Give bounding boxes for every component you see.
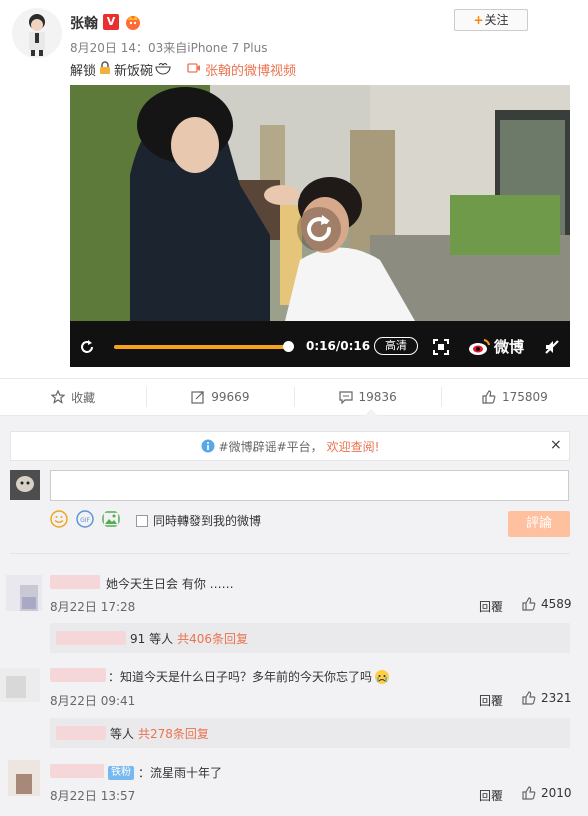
- comment-time: 8月22日 17:28: [50, 600, 136, 614]
- emoji-icon[interactable]: [50, 510, 68, 528]
- submit-comment-button[interactable]: 評論: [508, 511, 570, 537]
- divider: [10, 553, 570, 554]
- post-meta: 8月20日 14：03来自iPhone 7 Plus: [70, 41, 268, 55]
- plus-icon: +: [473, 13, 484, 27]
- video-link[interactable]: 张翰的微博视频: [187, 60, 296, 79]
- thumbs-up-icon: [522, 786, 536, 800]
- comment-text: ：流星雨十年了: [138, 766, 223, 780]
- repost-option[interactable]: 同時轉發到我的微博: [136, 512, 261, 529]
- comment-count: 19836: [358, 390, 397, 404]
- follow-label: 关注: [484, 13, 509, 27]
- info-icon: [201, 439, 215, 453]
- reply-summary[interactable]: 等人 共278条回复: [50, 718, 570, 748]
- author-avatar[interactable]: [12, 8, 62, 58]
- comment-time: 8月22日 09:41: [50, 694, 136, 708]
- fan-badge: 铁粉: [108, 765, 134, 780]
- replay-overlay-icon[interactable]: [295, 205, 343, 253]
- star-icon: [51, 390, 66, 404]
- weibo-logo-label: 微博: [494, 338, 525, 356]
- reply-suffix: 等人: [110, 726, 135, 741]
- like-button[interactable]: 175809: [442, 387, 588, 407]
- verified-icon: V: [103, 14, 119, 30]
- rumor-notice: #微博辟谣#平台， 欢迎查阅!: [10, 431, 570, 461]
- comment-username[interactable]: [50, 668, 106, 682]
- fullscreen-icon[interactable]: [433, 339, 449, 358]
- reply-usernames: [56, 631, 126, 645]
- comment-button[interactable]: 19836: [295, 387, 442, 407]
- video-link-label: 张翰的微博视频: [205, 64, 297, 79]
- video-camera-icon: [187, 62, 201, 78]
- comment-like-count: 2321: [541, 691, 572, 705]
- like-count: 175809: [501, 390, 548, 404]
- comment-body: 铁粉 ：流星雨十年了: [108, 764, 222, 781]
- comment-input[interactable]: [50, 470, 569, 501]
- notice-text: #微博辟谣#平台，: [218, 439, 323, 454]
- image-icon[interactable]: [102, 510, 120, 528]
- composer-tools: GIF: [50, 510, 120, 528]
- close-icon[interactable]: ×: [550, 437, 562, 453]
- svg-text:GIF: GIF: [80, 517, 90, 524]
- reply-summary[interactable]: 91 等人 共406条回复: [50, 623, 570, 653]
- repost-checkbox[interactable]: [136, 514, 148, 527]
- vip-crown-icon: [124, 13, 142, 31]
- reply-button[interactable]: 回覆: [479, 598, 503, 615]
- repost-icon: [191, 391, 204, 404]
- notice-link[interactable]: 欢迎查阅!: [327, 438, 380, 455]
- reply-count[interactable]: 共278条回复: [138, 725, 209, 742]
- reply-button[interactable]: 回覆: [479, 692, 503, 709]
- comment-like-button[interactable]: 2321: [522, 691, 572, 705]
- comment-like-count: 2010: [541, 786, 572, 800]
- post-caption: 解锁 新饭碗 张翰的微博视频: [70, 60, 296, 79]
- gif-icon[interactable]: GIF: [76, 510, 94, 528]
- comment-like-count: 4589: [541, 597, 572, 611]
- video-frame: [70, 85, 570, 321]
- favorite-button[interactable]: 收藏: [0, 387, 148, 407]
- crying-emoji-icon: [375, 669, 390, 684]
- weibo-logo: 微博: [468, 336, 524, 357]
- mute-icon[interactable]: [544, 339, 560, 358]
- comment-time: 8月22日 13:57: [50, 789, 136, 803]
- my-avatar: [10, 470, 40, 500]
- caption-text-a: 解锁: [70, 64, 97, 79]
- thumbs-up-icon: [482, 390, 496, 404]
- progress-knob[interactable]: [283, 341, 294, 352]
- bowl-emoji-icon: [155, 61, 171, 79]
- author-name[interactable]: 张翰: [70, 13, 98, 33]
- video-timecode: 0:16/0:16: [306, 339, 371, 353]
- weibo-eye-icon: [469, 338, 490, 355]
- comment-avatar[interactable]: [8, 760, 40, 796]
- repost-option-label: 同時轉發到我的微博: [153, 514, 262, 528]
- thumbs-up-icon: [522, 597, 536, 611]
- quality-button[interactable]: 高清: [374, 337, 418, 355]
- comment-text: 她今天生日会 有你 ……: [106, 577, 234, 591]
- repost-button[interactable]: 99669: [147, 387, 295, 407]
- comment-text: ：知道今天是什么日子吗？多年前的今天你忘了吗: [108, 670, 373, 684]
- comment-avatar[interactable]: [6, 575, 42, 611]
- reply-suffix: 91 等人: [130, 631, 174, 646]
- repost-count: 99669: [211, 390, 250, 404]
- reply-count[interactable]: 共406条回复: [177, 630, 248, 647]
- caption-text-b: 新饭碗: [114, 64, 154, 79]
- active-tab-indicator: [364, 409, 378, 416]
- comment-like-button[interactable]: 4589: [522, 597, 572, 611]
- thumbs-up-icon: [522, 691, 536, 705]
- action-bar: 收藏 99669 19836 175809: [0, 378, 588, 416]
- follow-button[interactable]: +关注: [454, 9, 528, 31]
- comment-body: ：知道今天是什么日子吗？多年前的今天你忘了吗: [108, 668, 390, 685]
- reply-button[interactable]: 回覆: [479, 787, 503, 804]
- progress-fill: [114, 345, 288, 349]
- reply-usernames: [56, 726, 106, 740]
- comment-avatar[interactable]: [0, 668, 40, 702]
- comment-username[interactable]: [50, 764, 104, 778]
- comment-icon: [338, 391, 353, 404]
- favorite-label: 收藏: [71, 390, 96, 405]
- comment-like-button[interactable]: 2010: [522, 786, 572, 800]
- comment-username[interactable]: [50, 575, 100, 589]
- replay-icon[interactable]: [78, 338, 96, 359]
- lock-emoji-icon: [98, 60, 112, 79]
